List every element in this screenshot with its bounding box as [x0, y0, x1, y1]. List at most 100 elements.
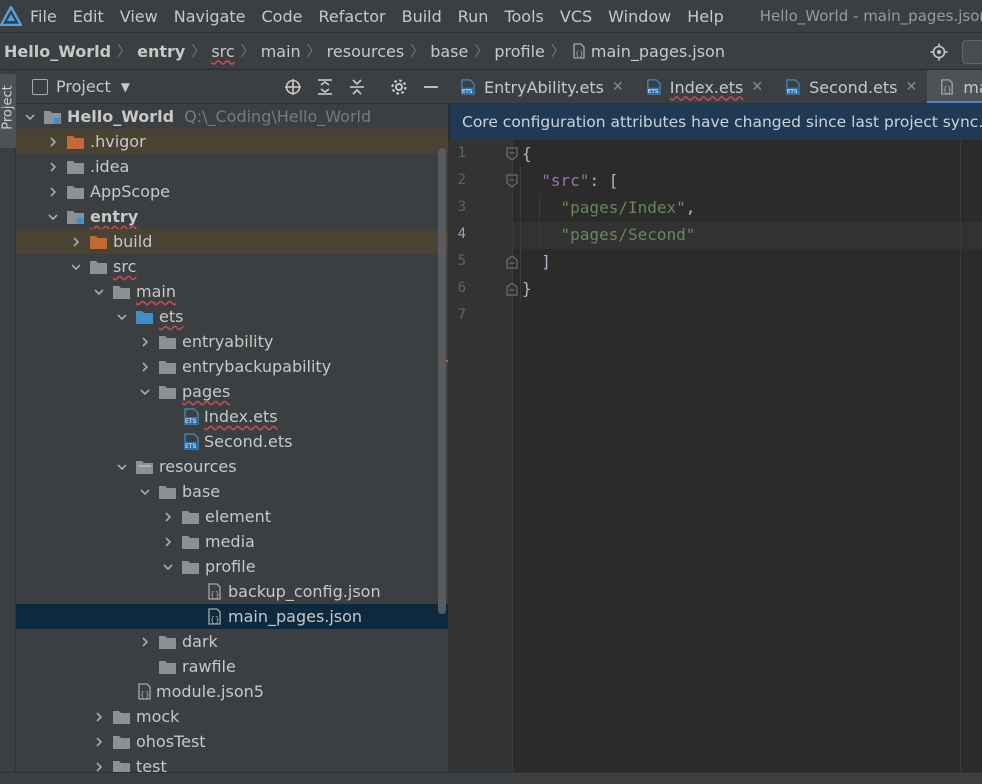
run-config-button[interactable]	[962, 40, 982, 64]
tree-row[interactable]: Hello_World Q:\_Coding\Hello_World	[16, 104, 448, 129]
tree-row[interactable]: .idea	[16, 154, 448, 179]
menu-code[interactable]: Code	[262, 7, 311, 26]
tree-row[interactable]: pages	[16, 379, 448, 404]
hide-panel-icon[interactable]	[422, 78, 440, 96]
tree-row[interactable]: {} backup_config.json	[16, 579, 448, 604]
tree-row-selected[interactable]: {} main_pages.json	[16, 604, 448, 629]
fold-marker-icon[interactable]	[506, 174, 518, 188]
code-token: "pages/Index"	[560, 198, 686, 217]
close-icon[interactable]: ✕	[751, 79, 763, 95]
code-line[interactable]: }	[522, 275, 532, 302]
chevron-right-icon[interactable]	[137, 334, 153, 350]
tree-row[interactable]: entrybackupability	[16, 354, 448, 379]
menu-file[interactable]: File	[30, 7, 65, 26]
tree-row[interactable]: build	[16, 229, 448, 254]
expand-all-icon[interactable]	[316, 78, 334, 96]
chevron-right-icon[interactable]	[45, 134, 61, 150]
gear-icon[interactable]	[390, 78, 408, 96]
select-opened-file-icon[interactable]	[284, 78, 302, 96]
tab-second[interactable]: ETS Second.ets ✕	[773, 70, 927, 103]
tree-row[interactable]: entryability	[16, 329, 448, 354]
menu-window[interactable]: Window	[608, 7, 679, 26]
tree-row[interactable]: media	[16, 529, 448, 554]
breadcrumb-item[interactable]: src	[211, 42, 234, 61]
breadcrumb-item[interactable]: resources	[327, 42, 405, 61]
breadcrumb-item[interactable]: Hello_World	[4, 42, 111, 61]
chevron-right-icon[interactable]	[91, 709, 107, 725]
tree-row[interactable]: profile	[16, 554, 448, 579]
chevron-right-icon[interactable]	[91, 734, 107, 750]
menu-view[interactable]: View	[120, 7, 166, 26]
tree-row[interactable]: ETS Second.ets	[16, 429, 448, 454]
tree-row[interactable]: element	[16, 504, 448, 529]
tree-row[interactable]: resources	[16, 454, 448, 479]
chevron-right-icon[interactable]	[160, 509, 176, 525]
close-icon[interactable]: ✕	[612, 79, 624, 95]
breadcrumb-item[interactable]: entry	[137, 42, 185, 61]
menu-run[interactable]: Run	[458, 7, 497, 26]
chevron-right-icon[interactable]	[45, 159, 61, 175]
menu-refactor[interactable]: Refactor	[318, 7, 393, 26]
tree-row[interactable]: AppScope	[16, 179, 448, 204]
fold-end-marker-icon[interactable]	[506, 282, 518, 296]
chevron-down-icon[interactable]	[22, 109, 38, 125]
tree-row[interactable]: src	[16, 254, 448, 279]
menu-help[interactable]: Help	[687, 7, 731, 26]
chevron-right-icon[interactable]	[160, 534, 176, 550]
menu-navigate[interactable]: Navigate	[174, 7, 254, 26]
code-line[interactable]: "pages/Second"	[522, 221, 696, 248]
tree-scrollbar[interactable]	[438, 148, 446, 614]
menu-build[interactable]: Build	[402, 7, 450, 26]
tree-row[interactable]: ets	[16, 304, 448, 329]
locate-target-icon[interactable]	[930, 43, 948, 61]
tree-row[interactable]: .hvigor	[16, 129, 448, 154]
module-folder-icon	[44, 110, 61, 124]
chevron-right-icon[interactable]	[45, 184, 61, 200]
chevron-down-icon[interactable]	[68, 259, 84, 275]
project-tool-tab[interactable]: Project	[0, 74, 16, 148]
chevron-down-icon[interactable]	[137, 384, 153, 400]
chevron-down-icon[interactable]	[114, 309, 130, 325]
code-line[interactable]: "pages/Index",	[522, 194, 696, 221]
code-line[interactable]: ]	[522, 248, 551, 275]
code-editor[interactable]: 1 2 3 4 5 6 7 { "src": [ "pages/Index", …	[448, 140, 982, 784]
breadcrumb-item[interactable]: main_pages.json	[591, 42, 725, 61]
tree-row[interactable]: ETS Index.ets	[16, 404, 448, 429]
chevron-down-icon[interactable]: ▼	[121, 80, 130, 94]
tree-row[interactable]: {} module.json5	[16, 679, 448, 704]
menu-vcs[interactable]: VCS	[560, 7, 600, 26]
chevron-right-icon[interactable]	[68, 234, 84, 250]
code-line[interactable]: "src": [	[522, 167, 618, 194]
close-icon[interactable]: ✕	[906, 79, 918, 95]
deveco-logo-icon[interactable]	[0, 0, 22, 32]
tree-row[interactable]: mock	[16, 704, 448, 729]
project-view-selector[interactable]: Project	[56, 77, 111, 96]
fold-end-marker-icon[interactable]	[506, 255, 518, 269]
sync-notification-banner[interactable]: Core configuration attributes have chang…	[450, 104, 982, 140]
breadcrumb-item[interactable]: profile	[494, 42, 545, 61]
tab-entryability[interactable]: ETS EntryAbility.ets ✕	[448, 70, 634, 103]
chevron-down-icon[interactable]	[137, 484, 153, 500]
tree-row[interactable]: main	[16, 279, 448, 304]
breadcrumb-item[interactable]: base	[430, 42, 468, 61]
indent-guide	[520, 167, 521, 302]
chevron-right-icon[interactable]	[137, 634, 153, 650]
tab-index[interactable]: ETS Index.ets ✕	[634, 70, 773, 103]
chevron-down-icon[interactable]	[91, 284, 107, 300]
tree-row[interactable]: ohosTest	[16, 729, 448, 754]
tree-row[interactable]: entry	[16, 204, 448, 229]
collapse-all-icon[interactable]	[348, 78, 366, 96]
menu-tools[interactable]: Tools	[504, 7, 551, 26]
breadcrumb-item[interactable]: main	[261, 42, 301, 61]
tree-row[interactable]: rawfile	[16, 654, 448, 679]
fold-marker-icon[interactable]	[506, 147, 518, 161]
tree-row[interactable]: base	[16, 479, 448, 504]
tab-main-pages-active[interactable]: {} main_p	[927, 70, 982, 103]
menu-edit[interactable]: Edit	[73, 7, 112, 26]
chevron-down-icon[interactable]	[45, 209, 61, 225]
chevron-down-icon[interactable]	[160, 559, 176, 575]
chevron-right-icon[interactable]	[137, 359, 153, 375]
chevron-down-icon[interactable]	[114, 459, 130, 475]
code-line[interactable]: {	[522, 140, 532, 167]
tree-row[interactable]: dark	[16, 629, 448, 654]
